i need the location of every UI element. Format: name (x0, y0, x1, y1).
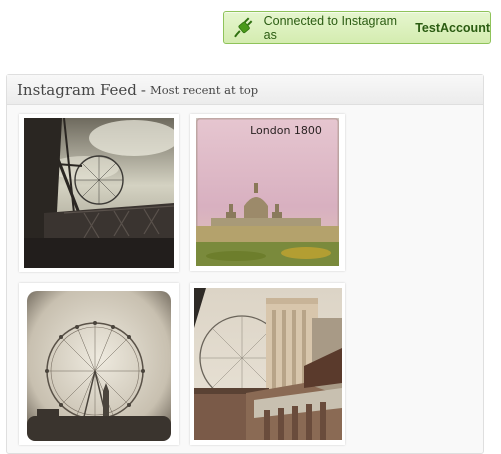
notice-text: Connected to Instagram as (263, 13, 398, 42)
photo-thumbnail (27, 291, 171, 441)
feed-photo-3[interactable] (19, 283, 179, 445)
instagram-connection-notice: Connected to Instagram as TestAccount (223, 11, 491, 44)
panel-title-separator: - (140, 80, 146, 99)
photo-thumbnail (24, 118, 174, 268)
panel-subtitle: Most recent at top (149, 82, 259, 97)
feed-photo-2[interactable]: London 1800 (190, 114, 345, 271)
panel-title: Instagram Feed (17, 80, 137, 99)
photo-thumbnail (194, 288, 342, 440)
photo-thumbnail: London 1800 (196, 118, 339, 266)
feed-photo-1[interactable] (19, 114, 179, 272)
photo-2-caption: London 1800 (250, 124, 322, 137)
feed-photo-4[interactable] (190, 283, 345, 445)
panel-header: Instagram Feed - Most recent at top (7, 75, 483, 105)
notice-account-name: TestAccount (415, 20, 490, 35)
plug-icon (234, 16, 253, 37)
